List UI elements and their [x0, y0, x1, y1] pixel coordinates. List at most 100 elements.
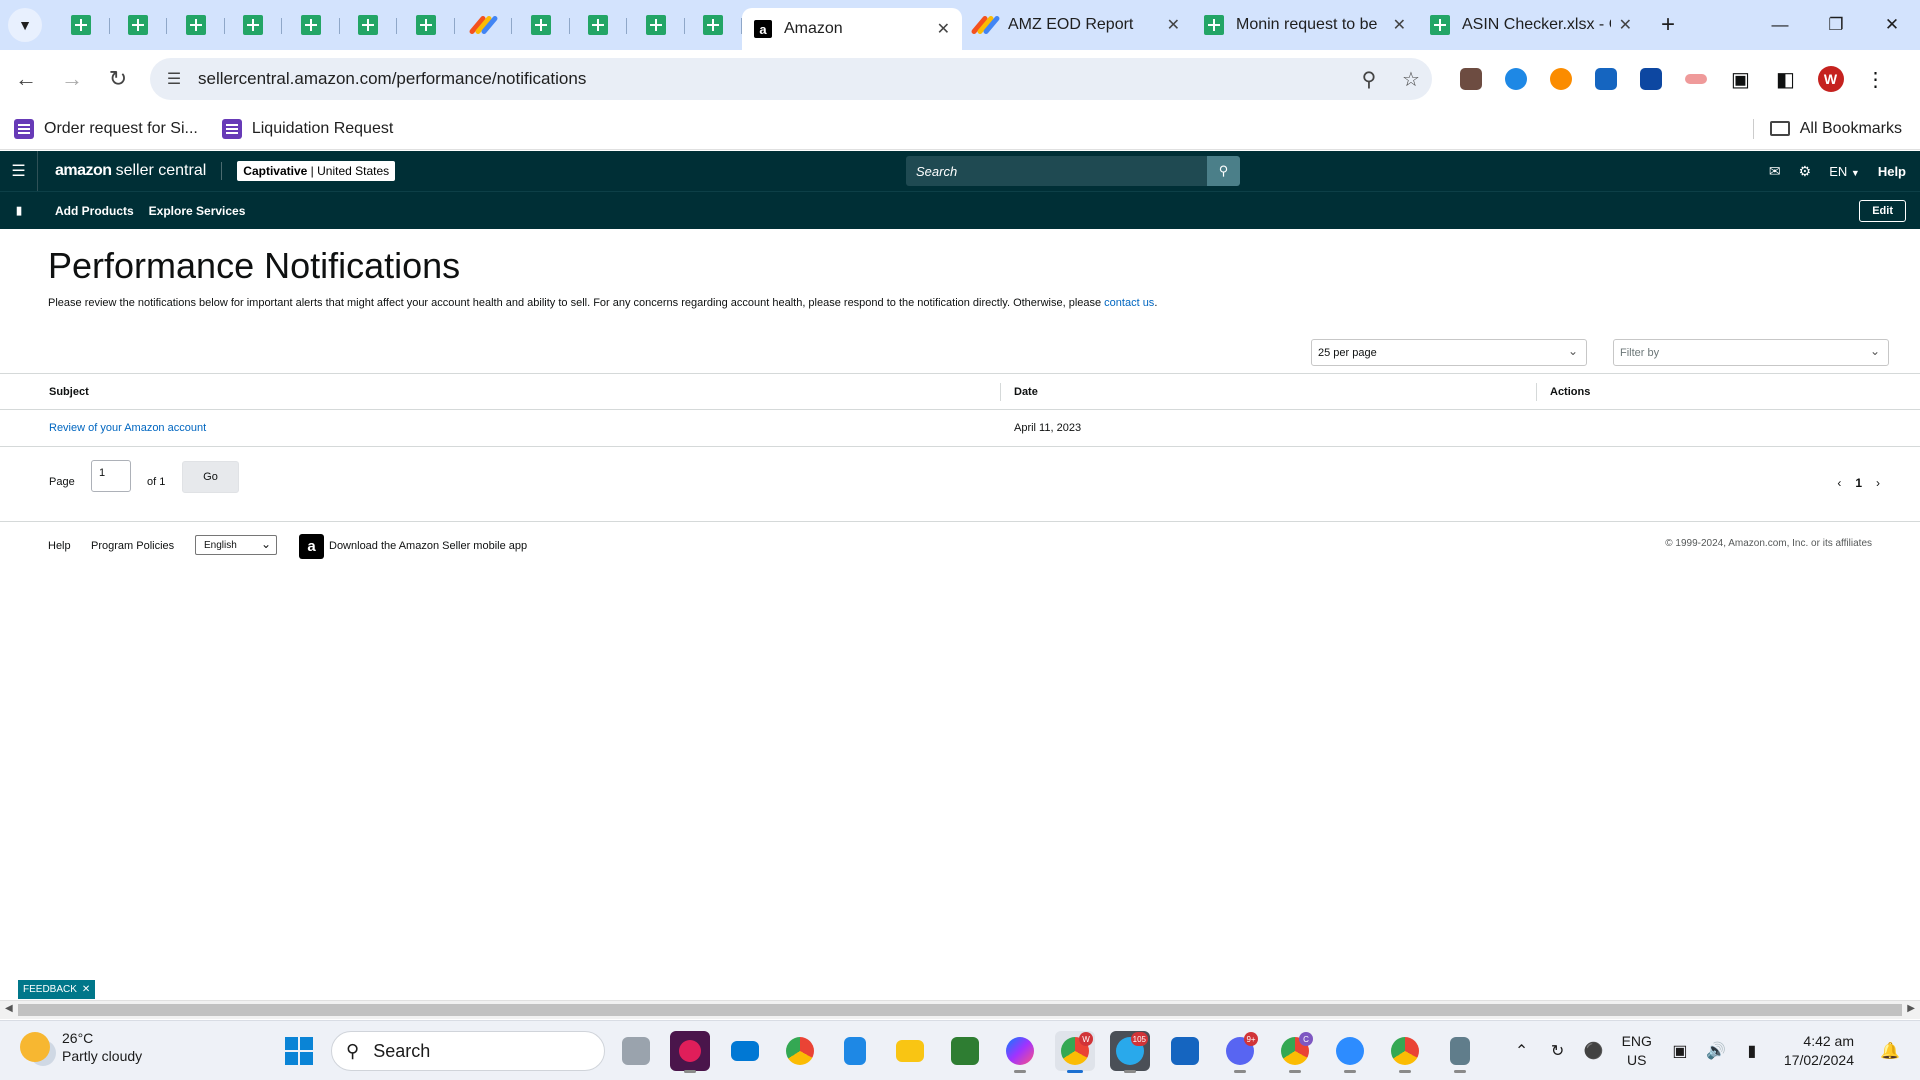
- taskbar-app-messenger[interactable]: [1000, 1031, 1040, 1073]
- help-link[interactable]: Help: [1878, 164, 1906, 179]
- battery-icon[interactable]: ▮: [1734, 1041, 1770, 1061]
- profile-button[interactable]: W: [1808, 58, 1853, 100]
- taskbar-app-taskview[interactable]: [616, 1031, 656, 1071]
- pinned-tab[interactable]: [52, 5, 110, 45]
- extension-helium[interactable]: [1628, 58, 1673, 100]
- back-button[interactable]: ←: [6, 59, 46, 99]
- input-language[interactable]: ENG US: [1622, 1032, 1652, 1070]
- gear-icon[interactable]: ⚙: [1799, 163, 1812, 180]
- menu-button[interactable]: ⋮: [1853, 58, 1898, 100]
- footer-policies-link[interactable]: Program Policies: [91, 540, 174, 552]
- taskbar-app-mail[interactable]: [725, 1031, 765, 1071]
- windows-start-icon[interactable]: [285, 1037, 313, 1065]
- pinned-tab[interactable]: [512, 5, 570, 45]
- pinned-tab[interactable]: [110, 5, 168, 45]
- nav-explore-services[interactable]: Explore Services: [149, 204, 246, 218]
- extension-orange[interactable]: [1538, 58, 1583, 100]
- side-panel-button[interactable]: ◧: [1763, 58, 1808, 100]
- pinned-tab[interactable]: [570, 5, 628, 45]
- notification-subject-link[interactable]: Review of your Amazon account: [49, 422, 206, 434]
- tab-asin-checker[interactable]: ASIN Checker.xlsx - G ✕: [1418, 5, 1644, 45]
- minimize-button[interactable]: —: [1752, 0, 1808, 50]
- taskbar-app-chrome-canary[interactable]: [1385, 1031, 1425, 1073]
- column-header-subject[interactable]: Subject: [49, 386, 89, 398]
- taskbar-app-chrome-c[interactable]: C: [1275, 1031, 1315, 1073]
- reload-button[interactable]: ↻: [98, 59, 138, 99]
- close-icon[interactable]: ✕: [1167, 15, 1180, 35]
- chevron-up-icon[interactable]: ⌃: [1504, 1041, 1540, 1061]
- new-tab-button[interactable]: +: [1652, 9, 1684, 41]
- extension-honey-off[interactable]: [1448, 58, 1493, 100]
- taskbar-app-calculator[interactable]: [1440, 1031, 1480, 1073]
- zoom-icon[interactable]: ⚲: [1348, 67, 1390, 92]
- pinned-tab[interactable]: [282, 5, 340, 45]
- pinned-tab[interactable]: [225, 5, 283, 45]
- language-selector[interactable]: EN ▼: [1829, 164, 1860, 179]
- current-page[interactable]: 1: [1855, 476, 1862, 490]
- filter-select[interactable]: Filter by ⌄: [1613, 339, 1889, 366]
- tab-monin-request[interactable]: Monin request to be ✕: [1192, 5, 1418, 45]
- tab-amz-eod-report[interactable]: AMZ EOD Report ✕: [962, 5, 1192, 45]
- bookmark-icon[interactable]: ▮: [0, 204, 38, 217]
- site-info-icon[interactable]: ☰: [156, 69, 192, 89]
- mail-icon[interactable]: ✉: [1769, 163, 1781, 180]
- address-bar[interactable]: ☰ sellercentral.amazon.com/performance/n…: [150, 58, 1432, 100]
- edit-nav-button[interactable]: Edit: [1859, 200, 1906, 222]
- seller-central-logo[interactable]: amazon seller central: [55, 162, 206, 180]
- bookmark-order-request[interactable]: Order request for Si...: [14, 118, 198, 139]
- taskbar-app-telegram[interactable]: 105: [1110, 1031, 1150, 1073]
- go-button[interactable]: Go: [182, 461, 239, 493]
- scrollbar-thumb[interactable]: [18, 1004, 1902, 1016]
- taskbar-app-green[interactable]: [945, 1031, 985, 1071]
- forward-button[interactable]: →: [52, 59, 92, 99]
- footer-language-select[interactable]: English ⌄: [195, 535, 277, 555]
- column-header-date[interactable]: Date: [1014, 386, 1038, 398]
- sync-icon[interactable]: ↻: [1540, 1041, 1576, 1061]
- volume-icon[interactable]: 🔊: [1698, 1041, 1734, 1061]
- taskbar-app-r[interactable]: [1165, 1031, 1205, 1071]
- close-icon[interactable]: ✕: [82, 984, 90, 995]
- chevron-left-icon[interactable]: ‹: [1837, 476, 1841, 490]
- bookmark-liquidation-request[interactable]: Liquidation Request: [221, 118, 393, 139]
- taskbar-search[interactable]: ⚲ Search: [331, 1031, 605, 1071]
- pinned-tab[interactable]: [340, 5, 398, 45]
- network-icon[interactable]: ▣: [1662, 1041, 1698, 1061]
- search-input[interactable]: Search: [906, 156, 1207, 186]
- page-number-input[interactable]: 1: [91, 460, 131, 492]
- weather-widget[interactable]: 26°C Partly cloudy: [20, 1029, 142, 1065]
- scroll-right-icon[interactable]: ▶: [1907, 1003, 1915, 1014]
- close-icon[interactable]: ✕: [1393, 15, 1406, 35]
- all-bookmarks-button[interactable]: All Bookmarks: [1752, 118, 1902, 139]
- extension-blue[interactable]: [1493, 58, 1538, 100]
- pinned-tab[interactable]: [397, 5, 455, 45]
- clock[interactable]: 4:42 am 17/02/2024: [1784, 1032, 1854, 1070]
- pinned-tab[interactable]: [455, 5, 513, 45]
- taskbar-app-chrome-w[interactable]: W: [1055, 1031, 1095, 1073]
- star-icon[interactable]: ☆: [1390, 67, 1432, 92]
- taskbar-app-notepad[interactable]: [835, 1031, 875, 1071]
- taskbar-app-zoom[interactable]: [1330, 1031, 1370, 1073]
- restore-button[interactable]: ❐: [1808, 0, 1864, 50]
- scroll-left-icon[interactable]: ◀: [5, 1003, 13, 1014]
- close-icon[interactable]: ✕: [937, 19, 950, 39]
- menu-button[interactable]: ☰: [0, 151, 38, 191]
- nav-add-products[interactable]: Add Products: [55, 204, 134, 218]
- pinned-tab[interactable]: [685, 5, 743, 45]
- microphone-icon[interactable]: ⚫: [1576, 1041, 1612, 1061]
- mobile-app-link[interactable]: Download the Amazon Seller mobile app: [329, 540, 527, 552]
- pinned-tab[interactable]: [627, 5, 685, 45]
- close-icon[interactable]: ✕: [1619, 15, 1632, 35]
- account-switcher[interactable]: Captivative | United States: [237, 161, 396, 181]
- extensions-menu[interactable]: ▣: [1718, 58, 1763, 100]
- footer-help-link[interactable]: Help: [48, 540, 71, 552]
- extension-grid[interactable]: [1583, 58, 1628, 100]
- contact-us-link[interactable]: contact us: [1104, 297, 1154, 309]
- chevron-right-icon[interactable]: ›: [1876, 476, 1880, 490]
- per-page-select[interactable]: 25 per page ⌄: [1311, 339, 1587, 366]
- extension-red[interactable]: [1673, 58, 1718, 100]
- taskbar-app-discord[interactable]: 9+: [1220, 1031, 1260, 1073]
- search-button[interactable]: ⚲: [1207, 156, 1240, 186]
- taskbar-app-chrome[interactable]: [780, 1031, 820, 1071]
- taskbar-app-explorer[interactable]: [890, 1031, 930, 1071]
- horizontal-scrollbar[interactable]: ◀ ▶: [0, 1000, 1920, 1019]
